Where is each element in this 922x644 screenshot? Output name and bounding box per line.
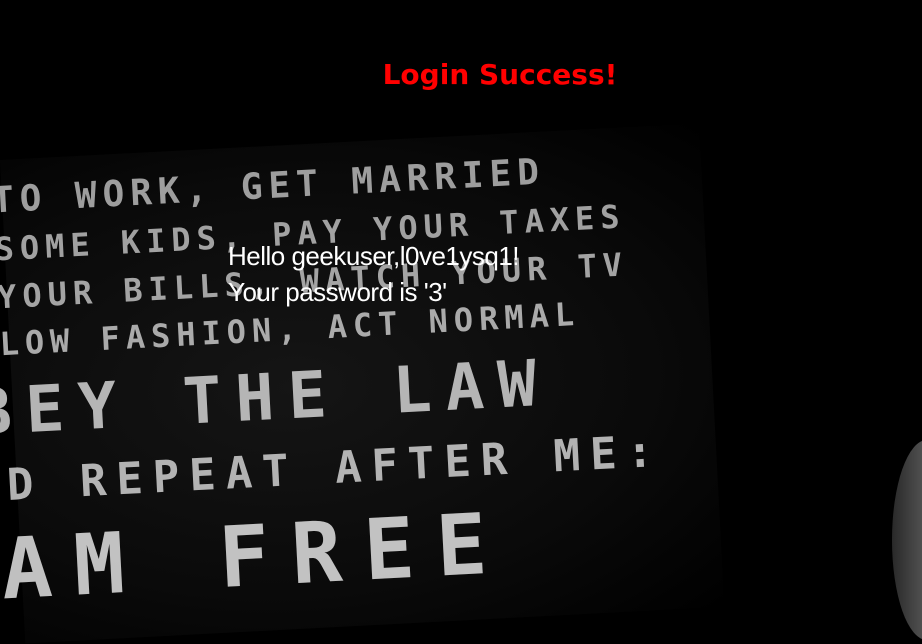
page-title: Login Success! [382,58,618,91]
password-text: Your password is '3' [228,277,447,307]
login-message: Hello geekuser,l0ve1ysq1! Your password … [228,238,520,310]
page: TO WORK, GET MARRIED SOME KIDS, PAY YOUR… [0,0,922,644]
greeting-text: Hello geekuser,l0ve1ysq1! [228,241,520,271]
poster-line: AM FREE [0,493,512,619]
background-decoration [892,440,922,640]
background-poster-image: TO WORK, GET MARRIED SOME KIDS, PAY YOUR… [0,123,725,644]
